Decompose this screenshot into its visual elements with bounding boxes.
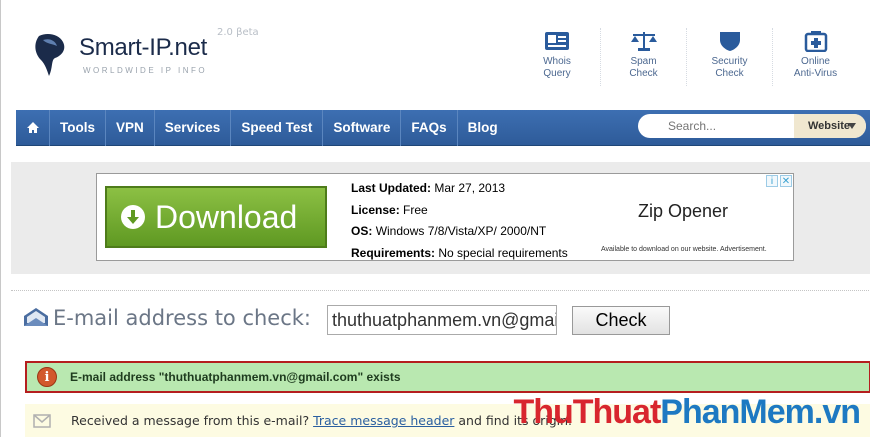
search-input[interactable] xyxy=(668,115,794,137)
tool-whois-query[interactable]: Whois Query xyxy=(514,28,600,86)
result-banner: i E-mail address "thuthuatphanmem.vn@gma… xyxy=(25,361,870,393)
ad-title: Zip Opener xyxy=(638,201,729,221)
received-text: Received a message from this e-mail? Tra… xyxy=(71,413,572,428)
ad-requirements-label: Requirements: xyxy=(351,245,436,260)
search-scope-select[interactable]: Website xyxy=(794,114,866,138)
nav-item-vpn[interactable]: VPN xyxy=(106,109,155,146)
close-icon[interactable]: ✕ xyxy=(780,175,792,187)
ad-note: Available to download on our website. Ad… xyxy=(601,246,767,253)
ad-license-value: Free xyxy=(403,202,428,217)
version-label: 2.0 βeta xyxy=(217,27,259,38)
check-button[interactable]: Check xyxy=(572,306,670,335)
nav-item-blog[interactable]: Blog xyxy=(458,110,508,146)
nav-item-faqs[interactable]: FAQs xyxy=(401,109,458,146)
ad-updated-label: Last Updated: xyxy=(351,181,432,195)
tool-spam-check[interactable]: Spam Check xyxy=(600,28,686,86)
watermark-part1: ThuThuat xyxy=(513,393,661,431)
ad-controls: i ✕ xyxy=(766,175,792,187)
ad-os-label: OS: xyxy=(351,224,373,239)
envelope-icon xyxy=(24,308,48,326)
ad-info: Last Updated: Mar 27, 2013 License: Free… xyxy=(351,178,568,264)
logo-title: Smart-IP.net xyxy=(79,34,208,61)
nav-item-services[interactable]: Services xyxy=(155,109,232,146)
email-check-label: E-mail address to check: xyxy=(53,306,312,330)
main-nav: Tools VPN Services Speed Test Software F… xyxy=(16,109,870,146)
search-box: Website xyxy=(638,114,866,138)
nav-item-tools[interactable]: Tools xyxy=(50,109,106,146)
advertisement[interactable]: Download Last Updated: Mar 27, 2013 Lice… xyxy=(96,173,794,261)
ad-os-value: Windows 7/8/Vista/XP/ 2000/NT xyxy=(375,224,547,239)
tool-label: Spam Check xyxy=(629,56,658,79)
result-message: E-mail address "thuthuatphanmem.vn@gmail… xyxy=(70,370,401,384)
tool-label: Security Check xyxy=(711,56,748,79)
shield-icon xyxy=(719,32,740,51)
home-icon xyxy=(26,122,39,133)
divider xyxy=(11,290,870,291)
tool-label: Whois Query xyxy=(543,56,571,79)
watermark: ThuThuatPhanMem.vn xyxy=(513,393,861,431)
mail-trace-icon xyxy=(33,413,51,428)
search-scope-label: Website xyxy=(808,120,850,132)
nav-home[interactable] xyxy=(16,109,50,146)
email-input[interactable] xyxy=(327,305,557,335)
logo-globe-icon xyxy=(35,34,65,76)
page: Smart-IP.net WORLDWIDE IP INFO 2.0 βeta … xyxy=(0,0,870,437)
download-button-label: Download xyxy=(155,198,298,235)
scales-icon xyxy=(630,32,657,51)
antivirus-icon xyxy=(804,31,827,52)
tool-security-check[interactable]: Security Check xyxy=(686,28,772,86)
nav-item-software[interactable]: Software xyxy=(323,109,402,146)
received-question: Received a message from this e-mail? xyxy=(71,413,310,428)
tool-label: Online Anti-Virus xyxy=(793,56,838,79)
ad-requirements-value: No special requirements xyxy=(438,245,568,260)
download-button[interactable]: Download xyxy=(105,186,327,248)
ad-info-icon[interactable]: i xyxy=(766,175,778,187)
tool-online-antivirus[interactable]: Online Anti-Virus xyxy=(772,28,858,86)
ad-updated-value: Mar 27, 2013 xyxy=(434,181,506,195)
chevron-down-icon xyxy=(848,123,856,129)
ad-license-label: License: xyxy=(351,202,400,217)
info-icon: i xyxy=(37,367,57,387)
header-tools: Whois Query Spam Check Security Check On… xyxy=(514,28,858,86)
trace-header-link[interactable]: Trace message header xyxy=(313,413,454,428)
watermark-part2: PhanMem.vn xyxy=(660,393,861,431)
logo-subtitle: WORLDWIDE IP INFO xyxy=(83,66,208,75)
nav-item-speed-test[interactable]: Speed Test xyxy=(231,109,324,146)
download-arrow-icon xyxy=(121,205,145,229)
site-logo[interactable]: Smart-IP.net WORLDWIDE IP INFO xyxy=(33,28,223,80)
id-card-icon xyxy=(545,32,569,50)
